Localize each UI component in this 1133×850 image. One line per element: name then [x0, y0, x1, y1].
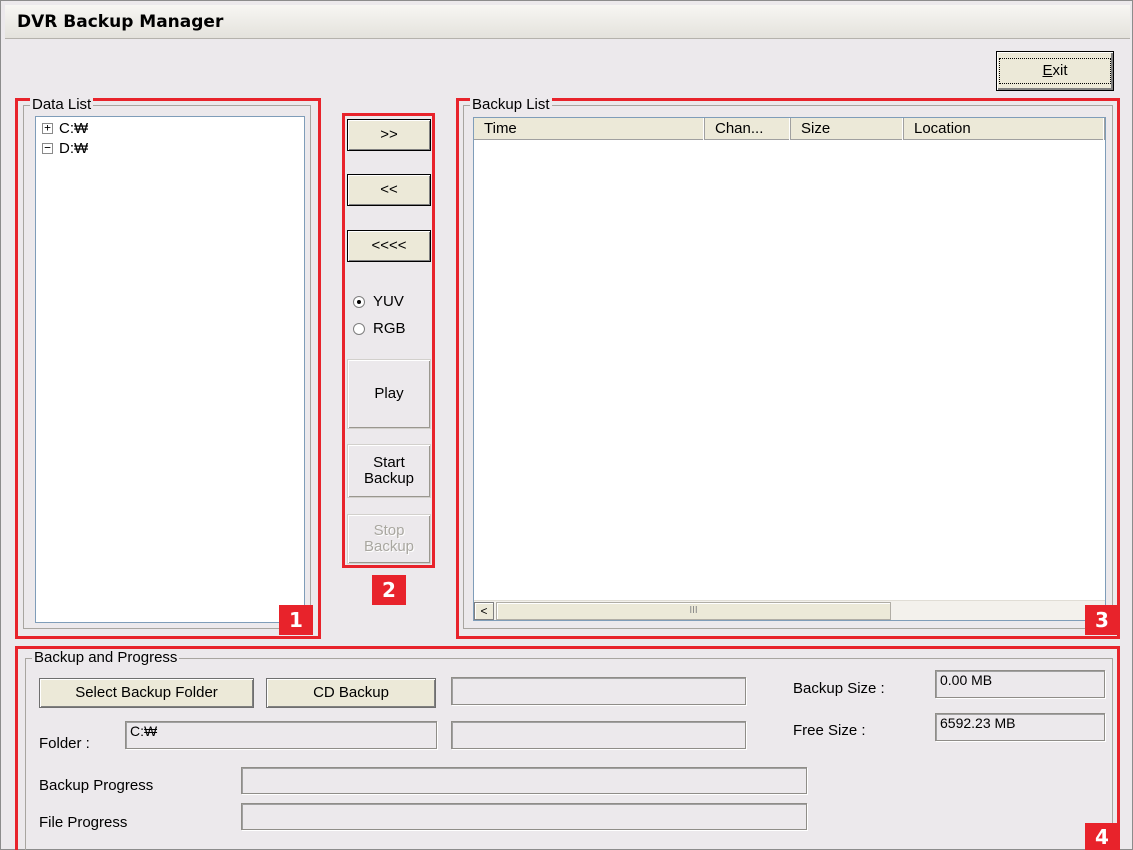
tree-expand-icon[interactable]: + — [42, 122, 53, 134]
stop-backup-label-2: Backup — [363, 538, 415, 555]
column-header-size[interactable]: Size — [791, 118, 904, 140]
column-header-time[interactable]: Time — [474, 118, 705, 140]
backup-size-label: Backup Size : — [793, 680, 885, 697]
cd-backup-status-field — [451, 677, 746, 705]
data-list-legend: Data List — [30, 96, 94, 113]
tree-collapse-icon[interactable]: − — [42, 142, 53, 154]
progress-legend: Backup and Progress — [32, 649, 180, 666]
file-progress-bar — [241, 803, 807, 830]
add-to-backup-button[interactable]: >> — [347, 119, 431, 151]
folder-label: Folder : — [39, 735, 90, 752]
backup-list-header: Time Chan... Size Location — [474, 118, 1105, 140]
annotation-badge-4: 4 — [1085, 823, 1119, 850]
tree-item-c-drive[interactable]: + C:₩ — [42, 120, 88, 137]
select-backup-folder-button[interactable]: Select Backup Folder — [39, 678, 254, 708]
start-backup-button[interactable]: Start Backup — [347, 444, 431, 498]
scroll-left-icon[interactable]: < — [474, 602, 494, 620]
column-header-location[interactable]: Location — [904, 118, 1105, 140]
tree-item-label: C:₩ — [59, 120, 89, 137]
data-list-tree[interactable]: + C:₩ − D:₩ — [35, 116, 305, 623]
stop-backup-button[interactable]: Stop Backup — [347, 514, 431, 564]
play-button[interactable]: Play — [347, 359, 431, 429]
backup-list-view[interactable]: Time Chan... Size Location < III — [473, 117, 1106, 621]
folder-extra-field — [451, 721, 746, 749]
radio-rgb[interactable]: RGB — [353, 320, 406, 337]
backup-manager-window: DVR Backup Manager Exit Data List + C:₩ … — [0, 0, 1133, 850]
file-progress-label: File Progress — [39, 814, 128, 831]
start-backup-label-1: Start — [373, 454, 405, 472]
folder-path-field[interactable]: C:₩ — [125, 721, 437, 749]
window-title: DVR Backup Manager — [17, 12, 224, 32]
annotation-badge-2: 2 — [372, 575, 406, 605]
radio-yuv[interactable]: YUV — [353, 293, 404, 310]
exit-button[interactable]: Exit — [996, 51, 1114, 91]
remove-from-backup-button[interactable]: << — [347, 174, 431, 206]
annotation-badge-1: 1 — [279, 605, 313, 635]
column-header-channel[interactable]: Chan... — [705, 118, 791, 140]
stop-backup-label-1: Stop — [373, 522, 405, 540]
backup-list-legend: Backup List — [470, 96, 552, 113]
radio-rgb-circle[interactable] — [353, 322, 365, 335]
start-backup-label-2: Backup — [363, 470, 415, 487]
tree-item-label: D:₩ — [59, 140, 89, 157]
radio-rgb-label: RGB — [373, 320, 406, 337]
annotation-badge-3: 3 — [1085, 605, 1119, 635]
title-bar: DVR Backup Manager — [5, 5, 1130, 39]
exit-button-label: Exit — [999, 58, 1111, 84]
remove-all-button[interactable]: <<<< — [347, 230, 431, 262]
horizontal-scrollbar[interactable]: < III — [474, 600, 1105, 620]
tree-item-d-drive[interactable]: − D:₩ — [42, 140, 88, 157]
radio-yuv-label: YUV — [373, 293, 404, 310]
backup-size-value: 0.00 MB — [935, 670, 1105, 698]
backup-progress-bar — [241, 767, 807, 794]
scroll-thumb[interactable]: III — [496, 602, 891, 620]
backup-progress-label: Backup Progress — [39, 777, 154, 794]
radio-yuv-circle[interactable] — [353, 295, 365, 308]
free-size-label: Free Size : — [793, 722, 866, 739]
cd-backup-button[interactable]: CD Backup — [266, 678, 436, 708]
free-size-value: 6592.23 MB — [935, 713, 1105, 741]
